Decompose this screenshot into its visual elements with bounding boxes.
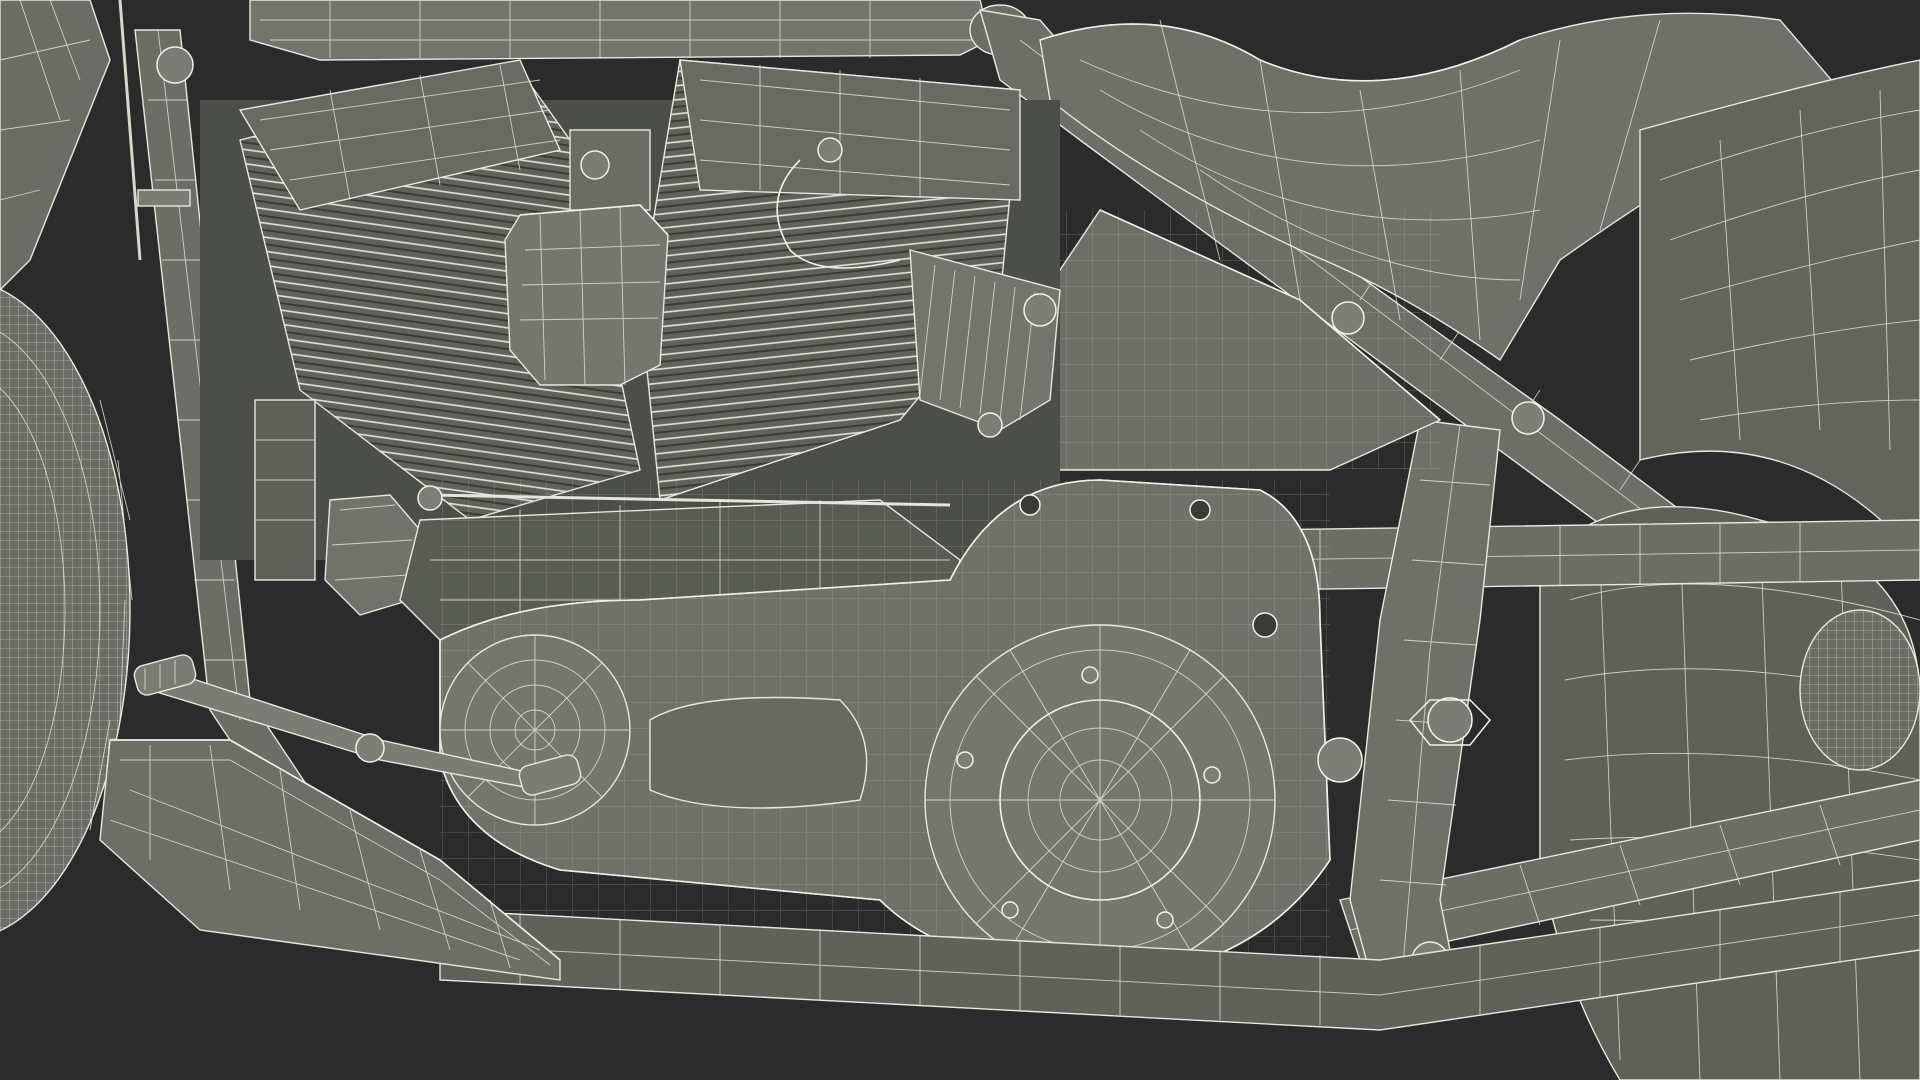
- regulator-box: [254, 399, 316, 581]
- motorcycle-wireframe-render: [0, 0, 1920, 1080]
- oil-tank: [1009, 209, 1442, 471]
- clutch-inspection-cover: [439, 634, 631, 826]
- frame-mount-bolt: [1331, 301, 1365, 335]
- frame-mount-bolt: [1511, 401, 1545, 435]
- render-viewport: [0, 0, 1920, 1080]
- air-cleaner-cover: [504, 204, 669, 386]
- frame-mount-bolt: [1317, 737, 1363, 783]
- fuel-tank: [249, 0, 1031, 61]
- derby-cover: [924, 624, 1276, 976]
